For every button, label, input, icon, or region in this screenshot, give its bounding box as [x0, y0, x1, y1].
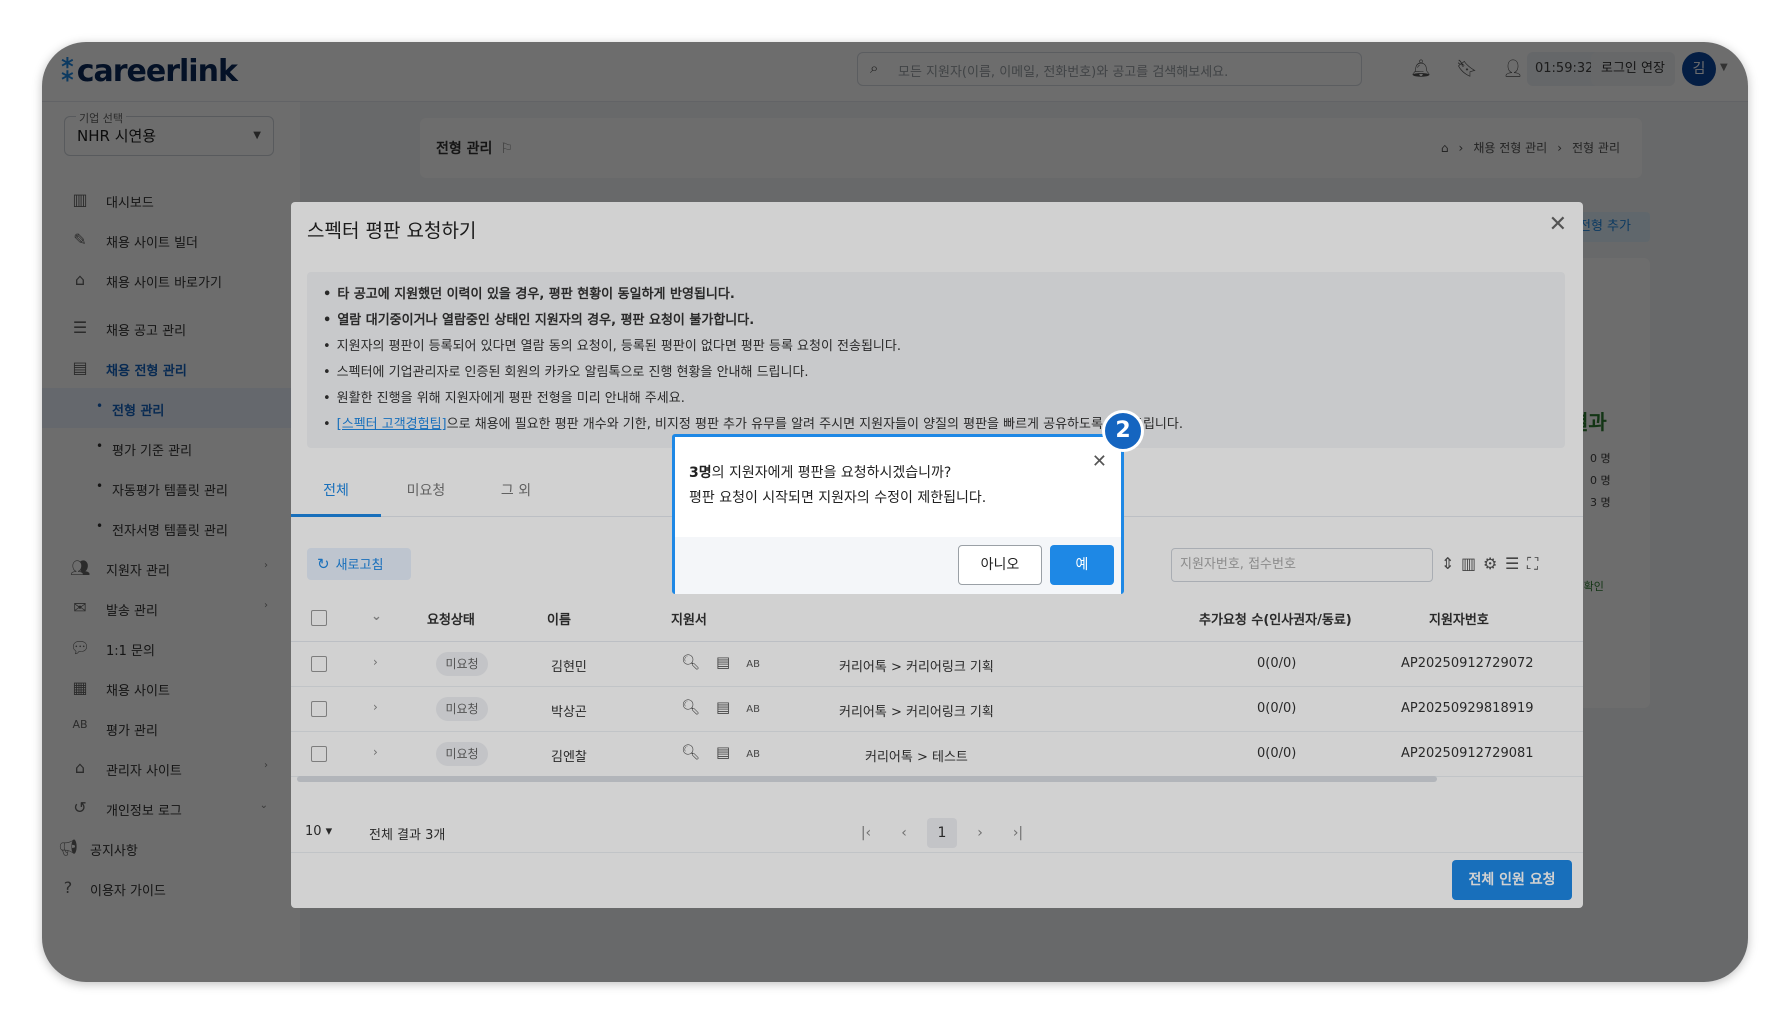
- no-button[interactable]: 아니오: [958, 545, 1042, 585]
- close-icon[interactable]: ✕: [1092, 451, 1107, 472]
- app-window: ⁑careerlink ⌕ 모든 지원자(이름, 이메일, 전화번호)와 공고를…: [42, 42, 1748, 982]
- confirm-message: 3명의 지원자에게 평판을 요청하시겠습니까? 평판 요청이 시작되면 지원자의…: [689, 465, 987, 506]
- confirm-dialog: 3명의 지원자에게 평판을 요청하시겠습니까? 평판 요청이 시작되면 지원자의…: [672, 434, 1124, 594]
- confirm-footer: 아니오 예: [675, 537, 1121, 594]
- step-number-badge: 2: [1102, 410, 1144, 452]
- yes-button[interactable]: 예: [1050, 545, 1114, 585]
